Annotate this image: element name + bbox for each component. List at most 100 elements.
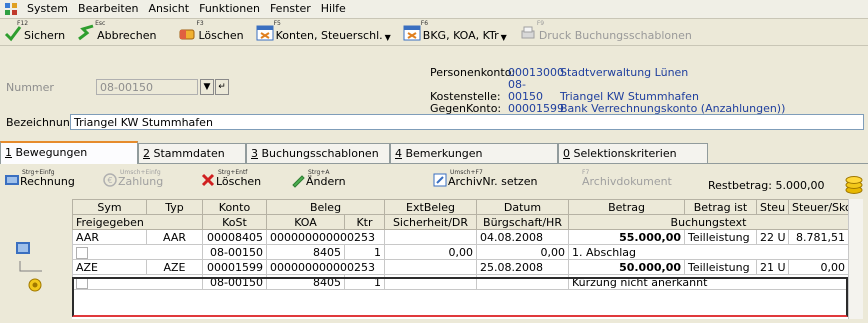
tab-bewegungen[interactable]: 1 Bewegungen bbox=[0, 141, 138, 164]
menu-ansicht[interactable]: Ansicht bbox=[143, 0, 194, 18]
col-header-betrag[interactable]: Betrag bbox=[568, 199, 685, 215]
aendern-button[interactable]: Strg+A Ändern bbox=[290, 169, 346, 188]
cell-datum: 04.08.2008 bbox=[476, 229, 569, 245]
cell-extbeleg bbox=[384, 259, 477, 275]
cell-datum: 25.08.2008 bbox=[476, 259, 569, 275]
cancel-shortcut: Esc bbox=[95, 20, 106, 27]
accounts-button[interactable]: F5 Konten, Steuerschl. ▼ bbox=[256, 20, 391, 42]
delete-button[interactable]: F3 Löschen bbox=[178, 20, 244, 42]
table-row[interactable]: AZE AZE 00001599 000000000000253 25.08.2… bbox=[72, 259, 849, 275]
bezeichnung-field[interactable]: Triangel KW Stummhafen bbox=[70, 114, 864, 130]
cell-sicherheit: 0,00 bbox=[384, 244, 477, 260]
col-header-extbeleg[interactable]: ExtBeleg bbox=[384, 199, 477, 215]
cancel-button[interactable]: Esc Abbrechen bbox=[77, 20, 156, 42]
row-marker-column bbox=[0, 199, 72, 319]
enter-icon[interactable]: ↵ bbox=[215, 79, 229, 95]
col-header-freigegeben[interactable]: Freigegeben bbox=[72, 214, 203, 230]
window-icon bbox=[256, 25, 274, 41]
chevron-down-icon[interactable]: ▼ bbox=[385, 33, 391, 42]
table-row[interactable]: 08-00150 8405 1 Kürzung nicht anerkannt bbox=[72, 274, 849, 290]
cell-buchungstext: Kürzung nicht anerkannt bbox=[568, 274, 849, 290]
col-header-typ[interactable]: Typ bbox=[146, 199, 203, 215]
accounts-shortcut: F5 bbox=[273, 20, 281, 27]
archiv-button[interactable]: Umsch+F7 ArchivNr. setzen bbox=[432, 169, 537, 188]
col-header-konto[interactable]: Konto bbox=[202, 199, 267, 215]
bkg-button[interactable]: F6 BKG, KOA, KTr ▼ bbox=[403, 20, 507, 42]
col-header-beleg[interactable]: Beleg bbox=[266, 199, 385, 215]
table-row[interactable]: AAR AAR 00008405 000000000000253 04.08.2… bbox=[72, 229, 849, 245]
coins-icon[interactable] bbox=[844, 173, 864, 195]
cell-steuer: 8.781,51 bbox=[788, 229, 849, 245]
tab-selektionskriterien[interactable]: 0 Selektionskriterien bbox=[558, 143, 708, 163]
cell-betrag: 55.000,00 bbox=[568, 229, 685, 245]
cell-steu: 21 U bbox=[756, 259, 789, 275]
cell-betrag-ist: Teilleistung bbox=[684, 259, 757, 275]
zahlung-button[interactable]: € Umsch+Einfg Zahlung bbox=[102, 169, 163, 188]
bezeichnung-label: Bezeichnung bbox=[6, 116, 77, 129]
col-header-steuer[interactable]: Steuer/Skontc bbox=[788, 199, 849, 215]
vertical-scrollbar[interactable] bbox=[848, 199, 863, 319]
nummer-field[interactable]: 08-00150 bbox=[96, 79, 198, 95]
chevron-down-icon[interactable]: ▼ bbox=[200, 79, 214, 95]
table-header-row-2: Freigegeben KoSt KOA Ktr Sicherheit/DR B… bbox=[72, 214, 849, 230]
menu-funktionen[interactable]: Funktionen bbox=[194, 0, 265, 18]
menu-bar: System Bearbeiten Ansicht Funktionen Fen… bbox=[0, 0, 868, 19]
nummer-label: Nummer bbox=[6, 81, 54, 94]
col-header-ktr[interactable]: Ktr bbox=[344, 214, 385, 230]
rechnung-button[interactable]: Strg+Einfg Rechnung bbox=[4, 169, 75, 188]
edit-document-icon bbox=[433, 173, 447, 187]
cell-buergschaft: 0,00 bbox=[476, 244, 569, 260]
col-header-datum[interactable]: Datum bbox=[476, 199, 569, 215]
freigegeben-checkbox[interactable] bbox=[76, 276, 88, 289]
undo-icon bbox=[78, 24, 94, 41]
col-header-buergschaft[interactable]: Bürgschaft/HR bbox=[476, 214, 569, 230]
archivdok-shortcut: F7 bbox=[582, 169, 590, 176]
tab-buchungsschablonen[interactable]: 3 Buchungsschablonen bbox=[246, 143, 390, 163]
aendern-shortcut: Strg+A bbox=[308, 169, 330, 176]
loeschen-shortcut: Strg+Entf bbox=[218, 169, 248, 176]
pencil-icon bbox=[292, 175, 305, 188]
chevron-down-icon[interactable]: ▼ bbox=[501, 33, 507, 42]
col-header-buchungstext[interactable]: Buchungstext bbox=[568, 214, 849, 230]
invoice-icon bbox=[16, 242, 30, 254]
bkg-shortcut: F6 bbox=[420, 20, 429, 27]
eraser-icon bbox=[179, 29, 195, 40]
col-header-koa[interactable]: KOA bbox=[266, 214, 345, 230]
freigegeben-checkbox[interactable] bbox=[76, 246, 88, 259]
bkg-label: BKG, KOA, KTr bbox=[422, 29, 499, 42]
col-header-steu[interactable]: Steu bbox=[756, 199, 789, 215]
delete-x-icon bbox=[201, 173, 215, 187]
coin-icon bbox=[28, 278, 42, 292]
tab-bemerkungen[interactable]: 4 Bemerkungen bbox=[390, 143, 558, 163]
restbetrag-text: Restbetrag: 5.000,00 bbox=[708, 179, 825, 192]
table-row[interactable]: 08-00150 8405 1 0,00 0,00 1. Abschlag bbox=[72, 244, 849, 260]
col-header-kost[interactable]: KoSt bbox=[202, 214, 267, 230]
bookings-table: Sym Typ Konto Beleg ExtBeleg Datum Betra… bbox=[72, 199, 849, 319]
cell-sicherheit bbox=[384, 274, 477, 290]
header-info: Personenkonto:00013000Stadtverwaltung Lü… bbox=[430, 67, 785, 115]
cell-kost: 08-00150 bbox=[202, 244, 267, 260]
col-header-sym[interactable]: Sym bbox=[72, 199, 147, 215]
col-header-sicherheit[interactable]: Sicherheit/DR bbox=[384, 214, 477, 230]
cell-beleg: 000000000000253 bbox=[266, 259, 385, 275]
menu-bearbeiten[interactable]: Bearbeiten bbox=[73, 0, 143, 18]
print-label: Druck Buchungsschablonen bbox=[538, 29, 692, 42]
menu-hilfe[interactable]: Hilfe bbox=[316, 0, 351, 18]
cell-steu: 22 U bbox=[756, 229, 789, 245]
print-button[interactable]: F9 Druck Buchungsschablonen bbox=[519, 20, 692, 42]
save-button[interactable]: F12 Sichern bbox=[4, 20, 66, 42]
delete-label: Löschen bbox=[198, 29, 244, 42]
col-header-betrag-ist[interactable]: Betrag ist bbox=[684, 199, 757, 215]
cell-buergschaft bbox=[476, 274, 569, 290]
save-label: Sichern bbox=[24, 29, 66, 42]
cell-beleg: 000000000000253 bbox=[266, 229, 385, 245]
menu-system[interactable]: System bbox=[22, 0, 73, 18]
loeschen-button[interactable]: Strg+Entf Löschen bbox=[200, 169, 261, 188]
printer-icon bbox=[521, 26, 535, 39]
tab-stammdaten[interactable]: 2 Stammdaten bbox=[138, 143, 246, 163]
action-toolbar: Strg+Einfg Rechnung € Umsch+Einfg Zahlun… bbox=[0, 167, 868, 197]
cell-konto: 00001599 bbox=[202, 259, 267, 275]
zahlung-shortcut: Umsch+Einfg bbox=[120, 169, 161, 176]
archivdokument-button[interactable]: F7 Archivdokument bbox=[582, 169, 672, 188]
menu-fenster[interactable]: Fenster bbox=[265, 0, 316, 18]
